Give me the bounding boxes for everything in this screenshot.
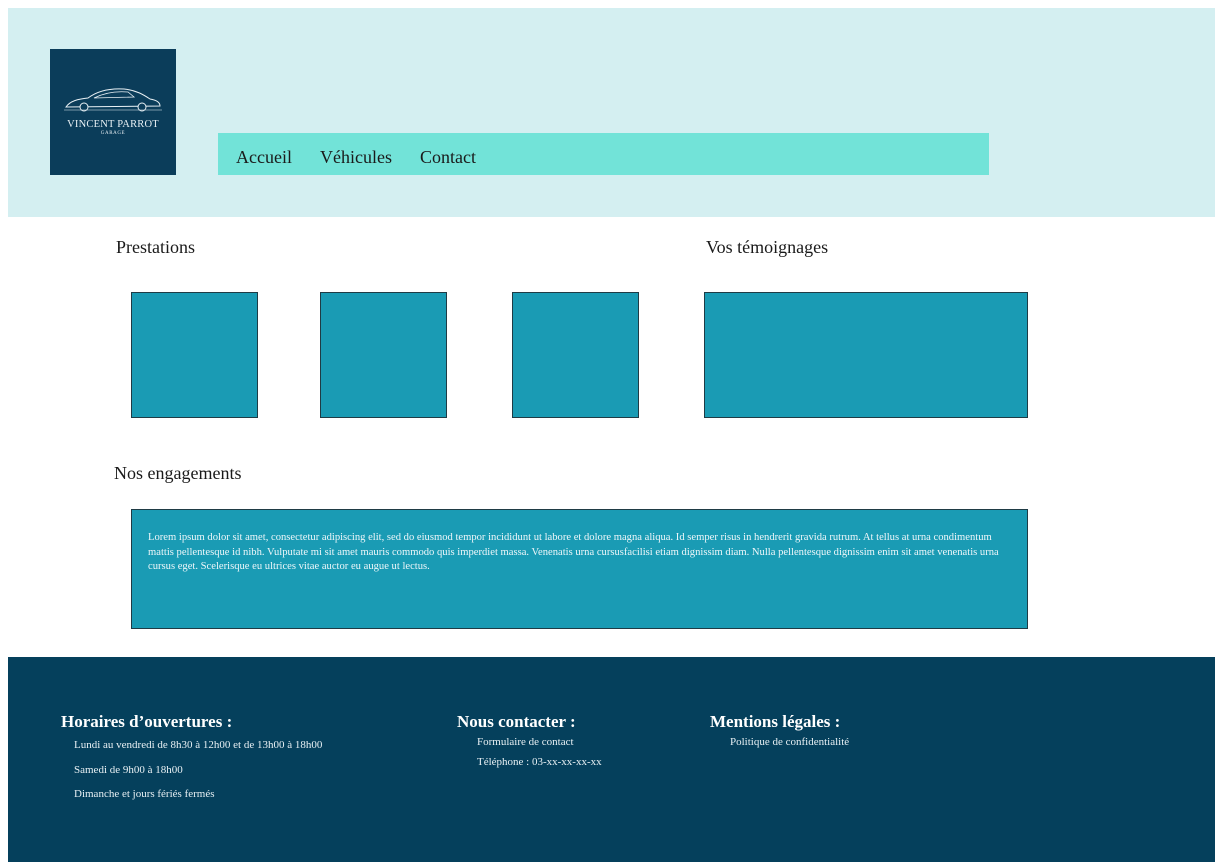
horaires-title: Horaires d’ouvertures :	[61, 712, 233, 731]
footer-horaires: Horaires d’ouvertures : Lundi au vendred…	[61, 712, 322, 807]
engagements-text: Lorem ipsum dolor sit amet, consectetur …	[148, 532, 999, 572]
contact-form-link[interactable]: Formulaire de contact	[477, 732, 602, 752]
footer-contact: Nous contacter : Formulaire de contact T…	[457, 712, 602, 772]
engagements-title: Nos engagements	[114, 463, 242, 483]
privacy-policy-link[interactable]: Politique de confidentialité	[730, 732, 849, 752]
horaires-item: Dimanche et jours fériés fermés	[74, 788, 215, 800]
contact-title: Nous contacter :	[457, 712, 576, 731]
main-nav: Accueil Véhicules Contact	[218, 133, 989, 175]
horaires-item: Lundi au vendredi de 8h30 à 12h00 et de …	[74, 739, 323, 751]
prestation-card-1[interactable]	[131, 292, 258, 418]
site-header: VINCENT PARROT GARAGE Accueil Véhicules …	[8, 8, 1215, 217]
temoignage-card[interactable]	[704, 292, 1028, 418]
nav-link-accueil[interactable]: Accueil	[236, 147, 292, 168]
footer-mentions: Mentions légales : Politique de confiden…	[710, 712, 849, 752]
logo[interactable]: VINCENT PARROT GARAGE	[50, 49, 176, 175]
nav-link-vehicules[interactable]: Véhicules	[320, 147, 392, 168]
nav-link-contact[interactable]: Contact	[420, 147, 476, 168]
prestation-card-2[interactable]	[320, 292, 447, 418]
site-footer: Horaires d’ouvertures : Lundi au vendred…	[8, 657, 1215, 862]
engagements-box: Lorem ipsum dolor sit amet, consectetur …	[131, 509, 1028, 629]
temoignages-title: Vos témoignages	[706, 237, 829, 257]
contact-phone: Téléphone : 03-xx-xx-xx-xx	[477, 756, 602, 768]
page: VINCENT PARROT GARAGE Accueil Véhicules …	[8, 8, 1215, 862]
horaires-item: Samedi de 9h00 à 18h00	[74, 763, 183, 776]
prestations-title: Prestations	[116, 237, 195, 257]
logo-brand: VINCENT PARROT	[67, 119, 159, 130]
logo-subtitle: GARAGE	[100, 131, 126, 136]
prestation-card-3[interactable]	[512, 292, 639, 418]
car-icon	[64, 88, 162, 112]
mentions-title: Mentions légales :	[710, 712, 841, 731]
